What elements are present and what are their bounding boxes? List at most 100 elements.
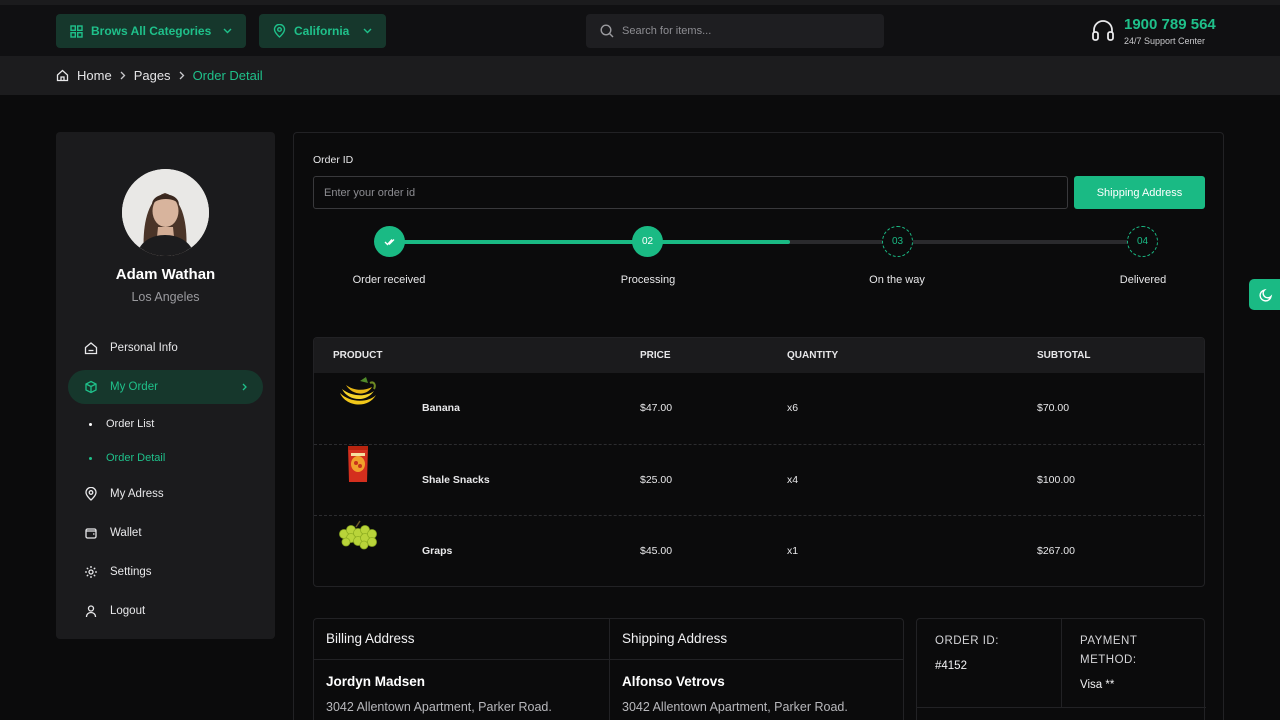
shipping-address-line: 3042 Allentown Apartment, Parker Road. xyxy=(622,700,848,714)
shipping-address-button[interactable]: Shipping Address xyxy=(1074,176,1205,209)
table-row[interactable]: Graps $45.00 x1 $267.00 xyxy=(314,515,1204,586)
sidebar-item-logout[interactable]: Logout xyxy=(68,594,263,628)
wallet-icon xyxy=(84,526,98,540)
shipping-address-card: Shipping Address Alfonso Vetrovs 3042 Al… xyxy=(609,619,904,720)
billing-address-title: Billing Address xyxy=(314,619,609,660)
product-subtotal: $267.00 xyxy=(1037,545,1075,557)
banana-image xyxy=(336,373,380,411)
search-placeholder: Search for items... xyxy=(622,25,712,37)
sidebar-item-label: Logout xyxy=(110,605,146,617)
chevron-right-icon xyxy=(179,71,185,80)
step-order-received xyxy=(374,226,405,257)
home-icon xyxy=(84,341,98,355)
step-number: 04 xyxy=(1136,236,1149,247)
avatar xyxy=(122,169,209,256)
browse-categories-button[interactable]: Brows All Categories xyxy=(56,14,247,48)
sidebar-item-wallet[interactable]: Wallet xyxy=(68,516,263,550)
billing-name: Jordyn Madsen xyxy=(326,674,426,689)
sidebar-item-label: Wallet xyxy=(110,527,142,539)
step-on-the-way: 03 xyxy=(882,226,913,257)
grid-icon xyxy=(70,24,83,38)
step-label: Order received xyxy=(352,274,426,286)
table-row[interactable]: Shale Snacks $25.00 x4 $100.00 xyxy=(314,444,1204,516)
product-quantity: x1 xyxy=(787,545,799,557)
table-header: PRODUCT PRICE QUANTITY SUBTOTAL xyxy=(314,338,1204,373)
column-header: PRODUCT xyxy=(333,350,383,361)
step-label: On the way xyxy=(869,274,925,286)
product-quantity: x4 xyxy=(787,474,799,486)
sidebar-subitem-order-list[interactable]: Order List xyxy=(89,418,154,430)
address-section: Billing Address Jordyn Madsen 3042 Allen… xyxy=(313,618,904,720)
sidebar-subitem-order-detail[interactable]: Order Detail xyxy=(89,452,165,464)
top-bar: Brows All Categories California Search f… xyxy=(0,0,1280,56)
breadcrumb-home[interactable]: Home xyxy=(77,68,112,83)
browse-categories-label: Brows All Categories xyxy=(91,24,212,38)
sidebar-item-label: Settings xyxy=(110,566,152,578)
profile-location: Los Angeles xyxy=(131,290,200,304)
support-contact: 1900 789 564 24/7 Support Center xyxy=(1090,16,1216,46)
sidebar-item-my-address[interactable]: My Adress xyxy=(68,477,263,511)
sidebar-item-label: Order Detail xyxy=(106,452,166,464)
snack-bag-image xyxy=(336,445,380,483)
chevron-right-icon xyxy=(120,71,126,80)
map-pin-icon xyxy=(84,487,98,501)
dark-mode-toggle[interactable] xyxy=(1249,279,1280,310)
order-id-label: Order ID xyxy=(313,154,354,166)
location-selector[interactable]: California xyxy=(259,14,387,48)
progress-fill xyxy=(390,240,790,244)
sidebar-item-label: My Order xyxy=(110,381,158,393)
grapes-image xyxy=(336,516,380,554)
shipping-name: Alfonso Vetrovs xyxy=(622,674,725,689)
user-icon xyxy=(84,604,98,618)
product-price: $47.00 xyxy=(640,402,673,414)
support-phone[interactable]: 1900 789 564 xyxy=(1124,16,1216,33)
payment-method-summary: PAYMENT METHOD: Visa ** xyxy=(1061,619,1206,707)
search-icon xyxy=(600,24,614,38)
product-price: $45.00 xyxy=(640,545,673,557)
order-detail-panel: Order ID Shipping Address 02 03 04 Order… xyxy=(293,132,1224,720)
product-subtotal: $70.00 xyxy=(1037,402,1070,414)
order-id-summary-label: ORDER ID: xyxy=(935,635,999,647)
product-name[interactable]: Banana xyxy=(422,373,460,444)
column-header: SUBTOTAL xyxy=(1037,350,1091,361)
column-header: QUANTITY xyxy=(787,350,839,361)
table-row[interactable]: Banana $47.00 x6 $70.00 xyxy=(314,373,1204,444)
payment-method-label: PAYMENT xyxy=(1080,635,1138,647)
box-icon xyxy=(84,380,98,394)
chevron-down-icon xyxy=(363,28,372,34)
account-sidebar: Adam Wathan Los Angeles Personal Info My… xyxy=(56,132,275,639)
order-summary: ORDER ID: #4152 PAYMENT METHOD: Visa ** xyxy=(916,618,1206,720)
billing-address-card: Billing Address Jordyn Madsen 3042 Allen… xyxy=(314,619,609,720)
location-pin-icon xyxy=(273,24,286,38)
billing-address-line: 3042 Allentown Apartment, Parker Road. xyxy=(326,700,552,714)
product-name[interactable]: Shale Snacks xyxy=(422,445,490,516)
sidebar-item-my-order[interactable]: My Order xyxy=(68,370,263,404)
bullet-icon xyxy=(89,422,92,426)
step-processing: 02 xyxy=(632,226,663,257)
moon-icon xyxy=(1259,288,1273,302)
product-name[interactable]: Graps xyxy=(422,516,452,586)
product-subtotal: $100.00 xyxy=(1037,474,1075,486)
search-bar[interactable]: Search for items... xyxy=(586,14,884,48)
product-quantity: x6 xyxy=(787,402,799,414)
step-label: Delivered xyxy=(1119,274,1167,286)
breadcrumb-current: Order Detail xyxy=(192,68,263,83)
chevron-right-icon xyxy=(242,383,247,391)
sidebar-item-label: My Adress xyxy=(110,488,164,500)
step-number: 03 xyxy=(891,236,904,247)
sidebar-item-label: Order List xyxy=(106,418,155,430)
order-id-summary-value: #4152 xyxy=(935,660,967,672)
step-delivered: 04 xyxy=(1127,226,1158,257)
sidebar-item-personal-info[interactable]: Personal Info xyxy=(68,331,263,365)
support-caption: 24/7 Support Center xyxy=(1124,36,1206,46)
order-items-table: PRODUCT PRICE QUANTITY SUBTOTAL Banana $… xyxy=(313,337,1205,587)
breadcrumb-pages[interactable]: Pages xyxy=(134,68,171,83)
shipping-address-title: Shipping Address xyxy=(610,619,904,660)
check-icon xyxy=(384,238,396,246)
order-id-input[interactable] xyxy=(313,176,1068,209)
location-label: California xyxy=(294,24,350,38)
bullet-icon xyxy=(89,456,92,460)
sidebar-item-settings[interactable]: Settings xyxy=(68,555,263,589)
sidebar-item-label: Personal Info xyxy=(110,342,178,354)
payment-method-value: Visa ** xyxy=(1080,679,1115,691)
